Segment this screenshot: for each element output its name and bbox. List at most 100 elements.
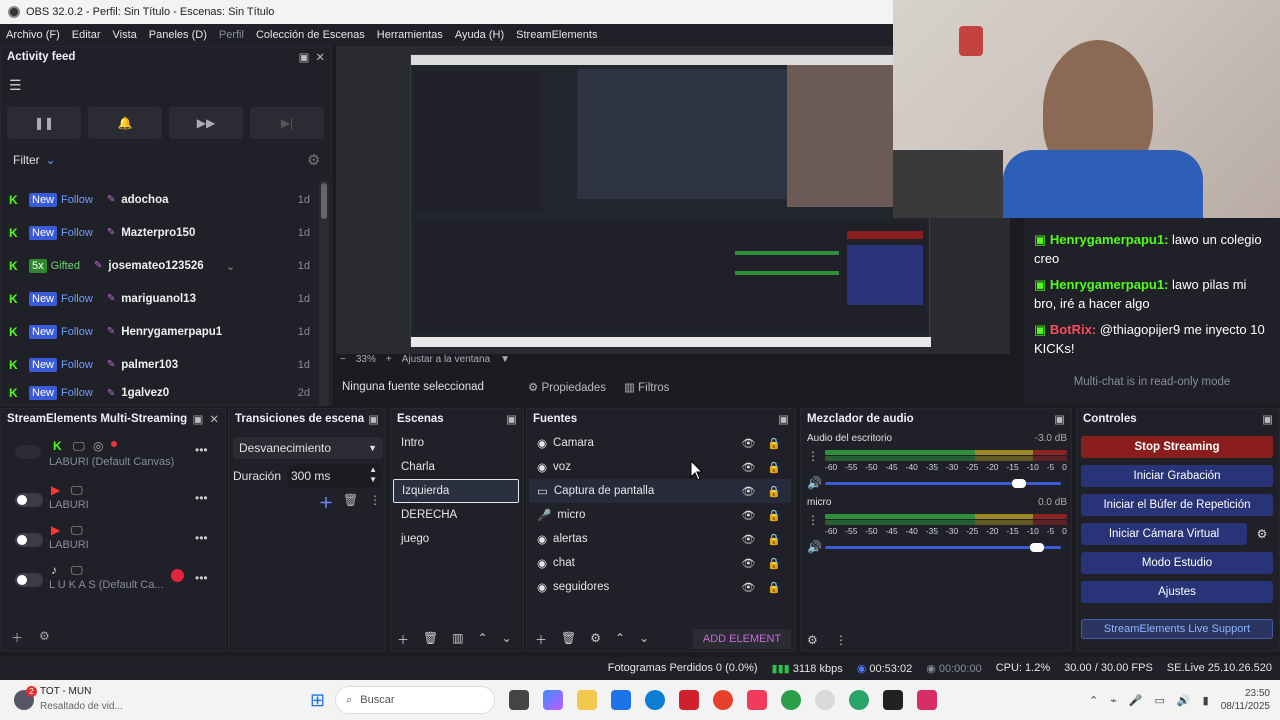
kebab-menu-icon[interactable]: ⋮	[807, 449, 819, 463]
slider-knob[interactable]	[1030, 542, 1045, 552]
obs-taskbar-icon[interactable]	[815, 690, 836, 710]
menu-edit[interactable]: Editar	[72, 29, 101, 41]
music-icon[interactable]	[747, 690, 768, 710]
enable-toggle[interactable]	[15, 493, 43, 507]
source-item[interactable]: 🎤 micro 👁 🔒	[529, 503, 791, 527]
wps-icon[interactable]	[679, 690, 700, 710]
battery-icon[interactable]: ▮	[1203, 694, 1209, 707]
live-support-button[interactable]: StreamElements Live Support	[1081, 619, 1273, 639]
tray-chevron-icon[interactable]: ⌃	[1089, 694, 1098, 707]
menu-streamelements[interactable]: StreamElements	[516, 29, 597, 41]
lock-icon[interactable]: 🔒	[767, 581, 781, 594]
lock-icon[interactable]: 🔒	[767, 509, 781, 522]
volume-slider[interactable]	[825, 542, 1061, 552]
source-item[interactable]: ◉ Camara 👁 🔒	[529, 431, 791, 455]
skip-end-button[interactable]: ▶|	[250, 107, 324, 139]
add-element-button[interactable]: ADD ELEMENT	[693, 629, 791, 649]
float-icon[interactable]: ▣	[778, 412, 789, 426]
settings-button[interactable]: Ajustes	[1081, 581, 1273, 603]
speaker-icon[interactable]: 🔊	[807, 540, 825, 554]
eye-icon[interactable]: 👁	[741, 509, 755, 522]
hamburger-menu-icon[interactable]: ☰	[9, 77, 22, 94]
enable-toggle[interactable]	[15, 573, 43, 587]
expand-chevron-icon[interactable]: ⌄	[226, 259, 236, 273]
source-item-selected[interactable]: ▭ Captura de pantalla 👁 🔒	[529, 479, 791, 503]
lock-icon[interactable]: 🔒	[767, 461, 781, 474]
feed-item[interactable]: K New Follow ✎ adochoa 1d	[0, 183, 316, 216]
menu-view[interactable]: Vista	[113, 29, 137, 41]
filter-dropdown[interactable]: Filter ⌄	[13, 153, 56, 167]
feed-item[interactable]: K New Follow ✎ Henrygamerpapu1 1d	[0, 315, 316, 348]
add-transition-icon[interactable]: ＋	[319, 493, 333, 513]
slider-knob[interactable]	[1011, 478, 1026, 488]
float-icon[interactable]: ▣	[298, 50, 309, 64]
feed-item[interactable]: K 5x Gifted ✎ josemateo123526 ⌄ 1d	[0, 249, 316, 282]
eye-icon[interactable]: 👁	[741, 437, 755, 450]
lock-icon[interactable]: 🔒	[767, 533, 781, 546]
copilot-icon[interactable]	[543, 690, 564, 710]
move-down-icon[interactable]: ⌄	[502, 631, 512, 648]
move-up-icon[interactable]: ⌃	[478, 631, 488, 648]
virtual-camera-button[interactable]: Iniciar Cámara Virtual	[1081, 523, 1247, 545]
eye-icon[interactable]: 👁	[741, 485, 755, 498]
source-item[interactable]: ◉ alertas 👁 🔒	[529, 527, 791, 551]
fit-window-label[interactable]: Ajustar a la ventana	[402, 354, 490, 365]
kebab-menu-icon[interactable]: ⋮	[835, 633, 847, 647]
duration-input[interactable]: 300 ms ▲ ▼	[287, 465, 381, 487]
volume-tray-icon[interactable]: 🔊	[1177, 694, 1191, 707]
alert-bell-button[interactable]: 🔔	[88, 107, 162, 139]
move-up-icon[interactable]: ⌃	[615, 631, 625, 648]
add-scene-icon[interactable]: ＋	[397, 631, 409, 648]
lock-icon[interactable]: 🔒	[767, 437, 781, 450]
chrome-icon[interactable]	[713, 690, 734, 710]
transition-select[interactable]: Desvanecimiento ▼	[233, 437, 383, 459]
volume-slider[interactable]	[825, 478, 1061, 488]
menu-help[interactable]: Ayuda (H)	[455, 29, 504, 41]
menu-scene-collection[interactable]: Colección de Escenas	[256, 29, 365, 41]
windows-start-icon[interactable]: ⊞	[310, 690, 325, 711]
multistream-row[interactable]: K 🖵 ◎ LABURI (Default Canvas) •••	[1, 439, 225, 475]
close-icon[interactable]: ✕	[315, 50, 325, 64]
scene-item[interactable]: juego	[393, 527, 519, 551]
zoom-out-button[interactable]: −	[340, 354, 346, 365]
float-icon[interactable]: ▣	[1262, 412, 1273, 426]
stepper-icon[interactable]: ▲ ▼	[369, 465, 377, 485]
float-icon[interactable]: ▣	[1054, 412, 1065, 426]
network-icon[interactable]: ⌁	[1110, 694, 1117, 707]
source-item[interactable]: ◉ voz 👁 🔒	[529, 455, 791, 479]
task-view-icon[interactable]	[509, 690, 530, 710]
speaker-icon[interactable]: 🔊	[807, 476, 825, 490]
file-explorer-icon[interactable]	[577, 690, 598, 710]
scene-item[interactable]: Charla	[393, 455, 519, 479]
eye-icon[interactable]: 👁	[741, 461, 755, 474]
multistream-row[interactable]: ▶ 🖵 LABURI •••	[1, 483, 225, 519]
scene-item[interactable]: Intro	[393, 431, 519, 455]
pause-button[interactable]: ❚❚	[7, 107, 81, 139]
studio-mode-button[interactable]: Modo Estudio	[1081, 552, 1273, 574]
stop-streaming-button[interactable]: Stop Streaming	[1081, 436, 1273, 458]
float-icon[interactable]: ▣	[368, 412, 379, 426]
feed-item[interactable]: K New Follow ✎ 1galvez0 2d	[0, 381, 316, 405]
float-icon[interactable]: ▣	[192, 412, 203, 426]
feed-item[interactable]: K New Follow ✎ Mazterpro150 1d	[0, 216, 316, 249]
more-menu-icon[interactable]: •••	[195, 531, 208, 545]
source-item[interactable]: ◉ chat 👁 🔒	[529, 551, 791, 575]
mic-tray-icon[interactable]: 🎤	[1129, 694, 1143, 707]
filters-button[interactable]: ▥ Filtros	[624, 380, 669, 394]
clock[interactable]: 23:50 08/11/2025	[1221, 687, 1270, 713]
more-menu-icon[interactable]: •••	[195, 571, 208, 585]
chrome-profile-icon[interactable]	[781, 690, 802, 710]
trash-icon[interactable]: 🗑	[423, 631, 438, 648]
lock-icon[interactable]: 🔒	[767, 557, 781, 570]
trash-icon[interactable]: 🗑	[561, 631, 576, 648]
gear-icon[interactable]: ⚙	[307, 151, 320, 169]
chrome-profile-2-icon[interactable]	[849, 690, 870, 710]
move-down-icon[interactable]: ⌄	[639, 631, 649, 648]
start-recording-button[interactable]: Iniciar Grabación	[1081, 465, 1273, 487]
add-source-icon[interactable]: ＋	[535, 631, 547, 648]
float-icon[interactable]: ▣	[506, 412, 517, 426]
store-icon[interactable]	[611, 690, 632, 710]
kebab-menu-icon[interactable]: ⋮	[369, 493, 381, 507]
menu-tools[interactable]: Herramientas	[377, 29, 443, 41]
eye-icon[interactable]: 👁	[741, 533, 755, 546]
